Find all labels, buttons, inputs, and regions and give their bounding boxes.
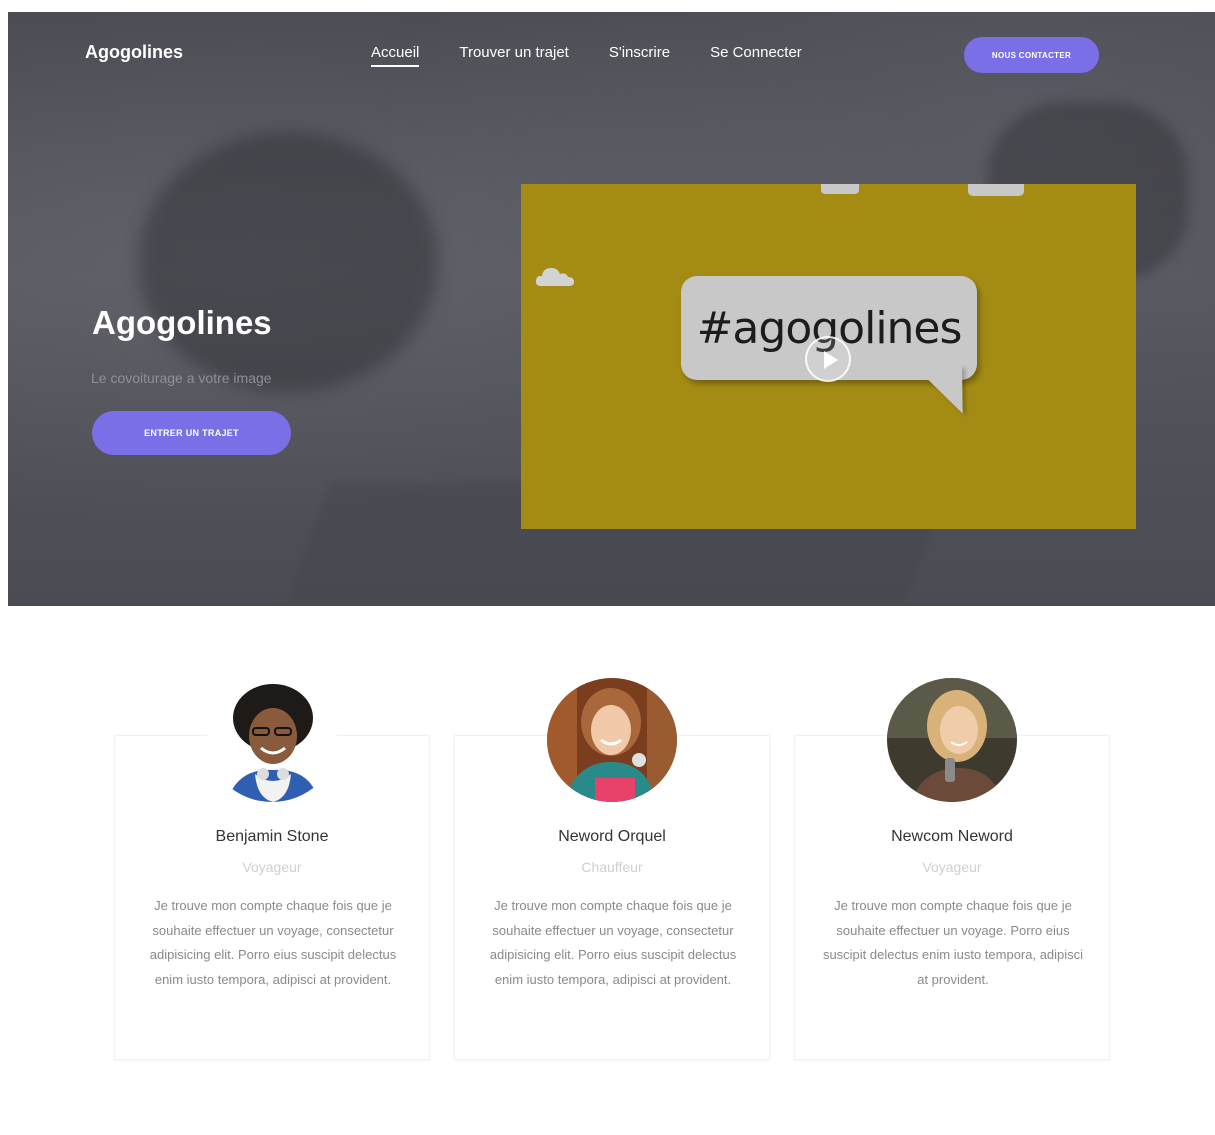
testimonial-name: Neword Orquel bbox=[558, 828, 666, 845]
contact-button[interactable]: NOUS CONTACTER bbox=[964, 37, 1099, 73]
nav-item-connecter[interactable]: Se Connecter bbox=[710, 44, 802, 67]
testimonials-section: Benjamin Stone Voyageur Je trouve mon co… bbox=[114, 678, 1110, 1060]
play-icon bbox=[824, 351, 838, 369]
nav-item-accueil[interactable]: Accueil bbox=[371, 44, 420, 67]
nav-item-trouver-trajet[interactable]: Trouver un trajet bbox=[459, 44, 569, 67]
brand-logo[interactable]: Agogolines bbox=[85, 42, 183, 63]
video-player[interactable]: #agogolines bbox=[521, 184, 1136, 529]
testimonial-role: Chauffeur bbox=[581, 859, 643, 875]
cloud-icon bbox=[535, 268, 574, 286]
testimonial-card: Newcom Neword Voyageur Je trouve mon com… bbox=[794, 678, 1110, 1060]
play-button[interactable] bbox=[805, 336, 851, 382]
main-nav: Accueil Trouver un trajet S'inscrire Se … bbox=[371, 44, 802, 67]
nav-item-inscrire[interactable]: S'inscrire bbox=[609, 44, 670, 67]
testimonial-card: Neword Orquel Chauffeur Je trouve mon co… bbox=[454, 678, 770, 1060]
video-decor-shape bbox=[821, 184, 859, 194]
avatar bbox=[887, 678, 1017, 802]
testimonial-role: Voyageur bbox=[242, 859, 302, 875]
hero-background-shape bbox=[138, 132, 438, 392]
testimonial-name: Benjamin Stone bbox=[215, 828, 329, 845]
testimonial-role: Voyageur bbox=[922, 859, 982, 875]
testimonial-text: Je trouve mon compte chaque fois que je … bbox=[822, 898, 1084, 987]
avatar bbox=[547, 678, 677, 802]
video-decor-shape bbox=[968, 184, 1024, 196]
testimonial-text: Je trouve mon compte chaque fois que je … bbox=[489, 898, 737, 987]
testimonial-card: Benjamin Stone Voyageur Je trouve mon co… bbox=[114, 678, 430, 1060]
hero-title: Agogolines bbox=[92, 304, 272, 341]
testimonial-text: Je trouve mon compte chaque fois que je … bbox=[149, 898, 397, 987]
testimonial-name: Newcom Neword bbox=[891, 828, 1013, 845]
hero-subtitle: Le covoiturage a votre image bbox=[91, 370, 272, 386]
enter-trip-button[interactable]: ENTRER UN TRAJET bbox=[92, 411, 291, 455]
avatar bbox=[207, 678, 337, 802]
hero-section: Agogolines Accueil Trouver un trajet S'i… bbox=[8, 12, 1215, 606]
